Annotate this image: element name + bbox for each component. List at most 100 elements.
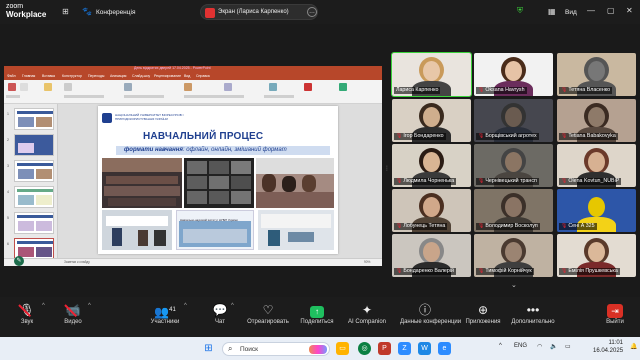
caret-up-icon[interactable]: ^ bbox=[184, 303, 187, 309]
slide-subtitle-rest: : офлайн, онлайн, змішаний формат bbox=[182, 147, 287, 153]
maximize-icon[interactable]: ▢ bbox=[607, 6, 615, 16]
leave-icon: ⇥ bbox=[590, 301, 640, 319]
muted-mic-icon: 🎙 bbox=[478, 223, 485, 229]
caret-up-icon[interactable]: ^ bbox=[231, 303, 234, 309]
leave-button[interactable]: ⇥ Выйти bbox=[590, 301, 640, 325]
ppt-menu-item: Главная bbox=[22, 74, 36, 78]
window-menu-icon[interactable]: ⊞ bbox=[62, 7, 69, 17]
paw-icon: 🐾 bbox=[82, 7, 92, 16]
caret-up-icon[interactable]: ^ bbox=[88, 303, 91, 309]
powerpoint-icon[interactable]: P bbox=[378, 342, 391, 355]
zoom-icon[interactable]: Z bbox=[398, 342, 411, 355]
participant-tile[interactable]: 🎙Людмила Чорненька bbox=[392, 144, 471, 187]
format-icon bbox=[44, 83, 52, 91]
start-icon[interactable]: ⊞ bbox=[202, 342, 215, 355]
ppt-menu-item: Вставка bbox=[42, 74, 56, 78]
muted-mic-icon: 🎙 bbox=[561, 133, 568, 139]
participant-name-text: Tetiana Babakovyka bbox=[568, 133, 616, 139]
participant-tile[interactable]: 🎙Лобунець Тетяна bbox=[392, 189, 471, 232]
sparkle-icon: ✦ bbox=[361, 303, 373, 317]
ribbon-group-label bbox=[124, 95, 164, 98]
tray-chevron-icon[interactable]: ^ bbox=[499, 343, 502, 349]
paragraph-icon bbox=[124, 83, 132, 91]
muted-mic-icon: 🎙 bbox=[478, 133, 485, 139]
share-stop-icon[interactable] bbox=[205, 8, 215, 18]
minimize-icon[interactable]: — bbox=[587, 6, 595, 16]
participants-button[interactable]: 👥41 Участники ^ bbox=[140, 301, 190, 325]
chrome-icon[interactable]: ◎ bbox=[358, 342, 371, 355]
apps-button[interactable]: ⊕ Приложения bbox=[458, 301, 508, 325]
chevron-down-icon[interactable]: ⌄ bbox=[511, 281, 517, 289]
participant-tile[interactable]: 🎙Ігор Бондаренко bbox=[392, 99, 471, 142]
search-icon: ⌕ bbox=[228, 344, 233, 353]
participant-tile[interactable]: 🎙Тетяна Власенко bbox=[557, 53, 636, 96]
taskbar-search[interactable]: ⌕ Поиск bbox=[222, 342, 330, 356]
participant-tile[interactable]: Лариса Карпенко bbox=[391, 52, 472, 97]
view-grid-icon[interactable]: ▦ bbox=[548, 7, 556, 17]
ribbon-group-label bbox=[264, 95, 294, 98]
participant-tile[interactable]: 🎙Володимир Восколуп bbox=[474, 189, 553, 232]
ppt-menu-item: Рецензирование bbox=[154, 74, 182, 78]
share-button[interactable]: ↑ Поделиться bbox=[292, 301, 342, 325]
taskbar-clock[interactable]: 11:01 16.04.2025 bbox=[593, 339, 623, 355]
participant-name: 🎙Чернівецький трансп bbox=[476, 178, 539, 185]
caret-up-icon[interactable]: ^ bbox=[42, 303, 45, 309]
top-bar: zoom Workplace ⊞ 🐾 Конференція Экран (Ла… bbox=[0, 0, 640, 24]
clock-date: 16.04.2025 bbox=[593, 348, 624, 354]
ppt-menu-item: Конструктор bbox=[62, 74, 82, 78]
new-slide-icon bbox=[20, 83, 28, 91]
audio-button[interactable]: 🎙 Звук ^ bbox=[2, 301, 52, 325]
participant-face bbox=[505, 107, 522, 127]
ppt-ribbon bbox=[4, 80, 382, 104]
arrange-icon bbox=[224, 83, 232, 91]
notification-bell-icon[interactable]: 🔔 bbox=[630, 343, 637, 350]
meeting-info-button[interactable]: ⓘ Данные конференции bbox=[400, 301, 461, 325]
close-icon[interactable]: ✕ bbox=[626, 6, 633, 16]
ppt-window-title: День відкритих дверей 17.04.2025 - Power… bbox=[134, 66, 211, 70]
chat-button[interactable]: 💬 Чат ^ bbox=[195, 301, 245, 325]
more-options-icon[interactable]: … bbox=[307, 7, 317, 17]
screen-share-indicator[interactable]: Экран (Лариса Карпенко) … bbox=[200, 4, 318, 20]
video-button[interactable]: 📹 Видео ^ bbox=[48, 301, 98, 325]
participant-face bbox=[423, 152, 440, 172]
browser-icon[interactable]: e bbox=[438, 342, 451, 355]
participant-gallery: Лариса Карпенко 🎙Oksana Havrysh 🎙Тетяна Вл… bbox=[391, 52, 636, 281]
panel-resize-handle[interactable]: ⋮ bbox=[384, 165, 390, 187]
ppt-menu-item: Слайд-шоу bbox=[132, 74, 151, 78]
participant-tile[interactable]: 🎙Борщівський агротех bbox=[474, 99, 553, 142]
participant-face bbox=[588, 242, 605, 262]
conference-label[interactable]: Конференція bbox=[96, 9, 135, 16]
file-explorer-icon[interactable]: ▭ bbox=[336, 342, 349, 355]
ppt-notes-label: Заметки к слайду bbox=[64, 260, 90, 264]
wifi-icon[interactable]: ◠ bbox=[537, 343, 542, 350]
more-button[interactable]: ••• Дополнительно bbox=[508, 301, 558, 325]
participant-tile[interactable]: 🎙Тимофій Корнійчук bbox=[474, 234, 553, 277]
participant-name: 🎙Сені А 325 bbox=[559, 223, 597, 230]
annotate-pen-icon[interactable]: ✎ bbox=[14, 256, 24, 266]
participant-tile[interactable]: 🎙Tetiana Babakovyka bbox=[557, 99, 636, 142]
participant-face bbox=[423, 197, 440, 217]
input-language[interactable]: ENG bbox=[514, 343, 527, 349]
word-icon[interactable]: W bbox=[418, 342, 431, 355]
battery-icon[interactable]: ▭ bbox=[565, 343, 571, 350]
participant-name: Лариса Карпенко bbox=[394, 87, 441, 94]
thumb-number: 1 bbox=[7, 112, 9, 116]
participants-label: Участники bbox=[150, 319, 180, 325]
participant-tile[interactable]: 🎙Сені А 325 bbox=[557, 189, 636, 232]
participant-tile[interactable]: 🎙Емілія Прушкевська bbox=[557, 234, 636, 277]
slide-subtitle-bold: формати навчання bbox=[124, 147, 183, 153]
participant-face bbox=[588, 197, 605, 217]
dictate-icon bbox=[304, 83, 312, 91]
react-button[interactable]: ♡ Отреагировать bbox=[243, 301, 293, 325]
shield-icon[interactable]: ⛨ bbox=[517, 6, 523, 16]
participants-count: 41 bbox=[169, 307, 176, 313]
participant-tile[interactable]: 🎙Oksana Havrysh bbox=[474, 53, 553, 96]
brand-zoom: zoom bbox=[6, 3, 24, 10]
ai-companion-button[interactable]: ✦ AI Companion bbox=[342, 301, 392, 325]
thumb-number: 5 bbox=[7, 216, 9, 220]
participant-tile[interactable]: 🎙Чернівецький трансп bbox=[474, 144, 553, 187]
participant-tile[interactable]: 🎙Olena Kovtun_NUBiP bbox=[557, 144, 636, 187]
view-button-label[interactable]: Вид bbox=[565, 9, 577, 16]
participant-tile[interactable]: 🎙Бондаренко Валерій bbox=[392, 234, 471, 277]
volume-icon[interactable]: 🔈 bbox=[550, 343, 557, 350]
